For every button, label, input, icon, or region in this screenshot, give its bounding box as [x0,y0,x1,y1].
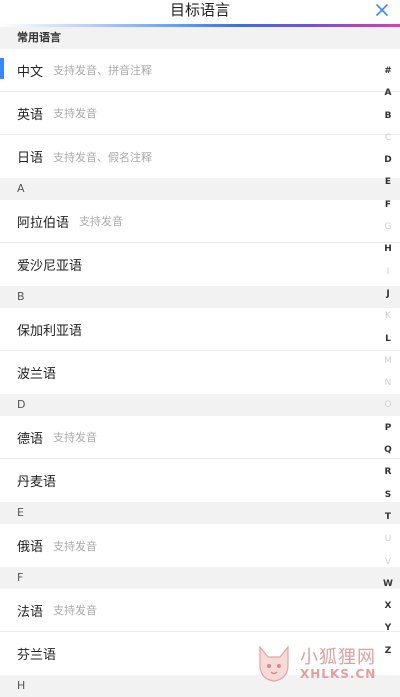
index-letter[interactable]: M [376,350,400,372]
index-letter[interactable]: V [376,551,400,573]
language-support-note: 支持发音、假名注释 [53,150,153,164]
section-header-e: E [0,502,400,524]
index-letter[interactable]: U [376,528,400,550]
index-letter[interactable]: Q [376,439,400,461]
language-row-estonian[interactable]: 爱沙尼亚语 [0,243,400,286]
language-row-chinese[interactable]: 中文 支持发音、拼音注释 [0,49,400,92]
index-letter[interactable]: C [376,127,400,149]
language-name: 波兰语 [17,367,57,382]
language-name: 德语 [17,431,44,447]
language-row-polish[interactable]: 波兰语 [0,351,400,394]
index-letter[interactable]: J [376,283,400,305]
index-letter[interactable]: H [376,238,400,260]
index-letter[interactable]: L [376,328,400,350]
index-letter[interactable]: S [376,484,400,506]
language-list[interactable]: 常用语言 中文 支持发音、拼音注释 英语 支持发音 日语 支持发音、假名注释 A… [0,27,400,697]
language-support-note: 支持发音 [53,539,98,553]
language-row-danish[interactable]: 丹麦语 [0,459,400,502]
index-letter[interactable]: P [376,417,400,439]
section-header-d: D [0,394,400,416]
index-letter[interactable]: A [376,82,400,104]
watermark-domain: XHLKS.CN [300,667,377,681]
index-letter[interactable]: F [376,194,400,216]
section-header-a: A [0,178,400,200]
watermark-logo: 小狐狸网 XHLKS.CN [254,641,394,687]
language-name: 芬兰语 [17,648,57,663]
index-letter[interactable]: N [376,372,400,394]
index-letter[interactable]: B [376,105,400,127]
index-letter[interactable]: E [376,171,400,193]
close-icon[interactable] [374,2,390,18]
language-name: 俄语 [17,540,44,555]
index-letter[interactable]: X [376,595,400,617]
language-row-japanese[interactable]: 日语 支持发音、假名注释 [0,135,400,178]
language-support-note: 支持发音 [53,604,98,617]
index-letter[interactable]: R [376,461,400,483]
language-row-french[interactable]: 法语 支持发音 [0,589,400,632]
language-name: 英语 [17,107,44,123]
page-title: 目标语言 [169,1,230,19]
language-name: 丹麦语 [17,475,57,490]
index-letter[interactable]: W [376,573,400,595]
index-letter[interactable]: K [376,305,400,327]
language-name: 日语 [17,151,44,166]
index-letter[interactable]: # [376,60,400,82]
language-row-german[interactable]: 德语 支持发音 [0,416,400,459]
language-support-note: 支持发音 [53,107,98,120]
index-letter[interactable]: Y [376,617,400,639]
language-row-english[interactable]: 英语 支持发音 [0,92,400,135]
language-name: 法语 [17,604,44,620]
header: 目标语言 [0,0,400,24]
alphabet-index-bar[interactable]: # A B C D E F G H I J K L M N O P Q R S T U V W X Y Z [376,60,400,662]
language-row-russian[interactable]: 俄语 支持发音 [0,524,400,567]
language-support-note: 支持发音 [53,431,98,444]
section-header-f: F [0,567,400,589]
section-header-common: 常用语言 [0,27,400,49]
index-letter[interactable]: G [376,216,400,238]
language-support-note: 支持发音 [79,215,124,228]
index-letter[interactable]: O [376,394,400,416]
language-name: 中文 [17,64,44,80]
index-letter[interactable]: I [376,261,400,283]
watermark-text: 小狐狸网 [300,647,376,668]
language-name: 阿拉伯语 [17,215,70,231]
index-letter[interactable]: T [376,506,400,528]
section-header-b: B [0,286,400,308]
fox-logo-icon [259,645,289,682]
language-name: 保加利亚语 [17,323,83,339]
language-name: 爱沙尼亚语 [17,259,83,274]
index-letter[interactable]: D [376,149,400,171]
language-support-note: 支持发音、拼音注释 [53,64,153,77]
language-row-arabic[interactable]: 阿拉伯语 支持发音 [0,200,400,243]
language-row-bulgarian[interactable]: 保加利亚语 [0,308,400,351]
